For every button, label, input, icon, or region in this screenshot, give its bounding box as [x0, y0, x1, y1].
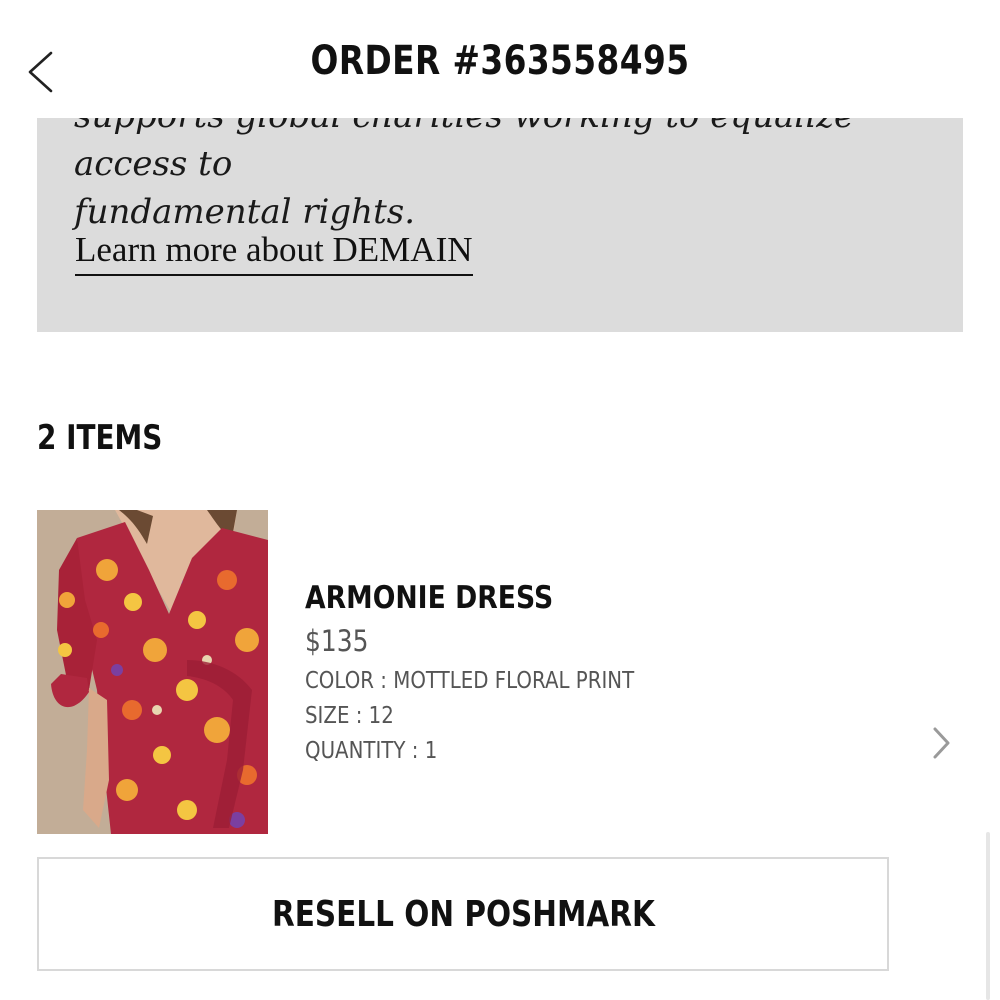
product-details: ARMONIE DRESS $135 COLOR : MOTTLED FLORA… [305, 580, 865, 773]
floral-dress-illustration [37, 510, 268, 834]
info-text-end-line: fundamental rights. [74, 192, 415, 232]
header-bar: ORDER #363558495 [0, 0, 1000, 118]
items-count-heading: 2 ITEMS [37, 418, 163, 458]
scrollbar[interactable] [986, 832, 990, 1000]
page-title: ORDER #363558495 [310, 38, 690, 84]
back-button[interactable] [22, 48, 62, 96]
chevron-left-icon [28, 51, 53, 93]
resell-on-poshmark-button[interactable]: RESELL ON POSHMARK [37, 857, 889, 971]
product-color: COLOR : MOTTLED FLORAL PRINT [305, 668, 635, 694]
resell-button-label: RESELL ON POSHMARK [271, 893, 655, 935]
product-price: $135 [305, 624, 369, 658]
product-size: SIZE : 12 [305, 703, 394, 729]
order-item-row[interactable]: ARMONIE DRESS $135 COLOR : MOTTLED FLORA… [37, 510, 963, 834]
product-image [37, 510, 268, 834]
product-quantity: QUANTITY : 1 [305, 738, 438, 764]
product-name: ARMONIE DRESS [305, 580, 554, 616]
learn-more-link[interactable]: Learn more about DEMAIN [75, 230, 473, 276]
chevron-right-icon[interactable] [930, 725, 954, 761]
